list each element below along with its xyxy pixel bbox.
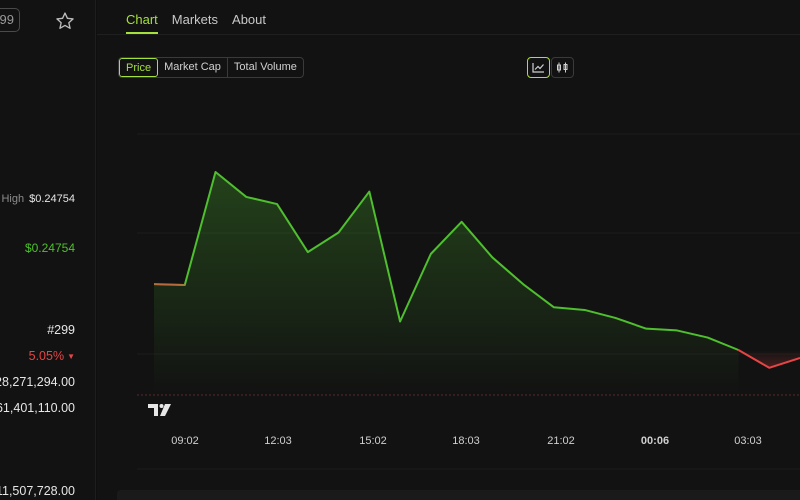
x-tick-label: 09:02 bbox=[171, 435, 199, 447]
stat-value: 61,401,110.00 bbox=[0, 401, 75, 415]
main-content: Chart Markets About Price Market Cap Tot… bbox=[97, 0, 800, 500]
price-change-value: 5.05% bbox=[28, 349, 65, 363]
price-change: 5.05% ▼ bbox=[29, 349, 75, 363]
x-tick-label: 00:06 bbox=[641, 435, 669, 447]
price-chart[interactable]: 09:02 12:03 15:02 18:03 21:02 00:06 03:03 bbox=[97, 0, 800, 500]
price-area-up bbox=[154, 172, 739, 395]
x-tick-label: 21:02 bbox=[547, 435, 575, 447]
coin-info-panel: 99 High $0.24754 $0.24754 #299 5.05% ▼ 28,… bbox=[0, 0, 96, 500]
rank-badge: 99 bbox=[0, 8, 20, 32]
high-label: High bbox=[1, 193, 25, 205]
x-tick-label: 15:02 bbox=[359, 435, 387, 447]
price-area-down bbox=[738, 350, 800, 368]
high-row: High $0.24754 bbox=[1, 193, 75, 205]
tradingview-logo[interactable] bbox=[148, 404, 171, 416]
stat-value: 28,271,294.00 bbox=[0, 375, 75, 389]
market-rank: #299 bbox=[47, 323, 75, 337]
x-tick-label: 12:03 bbox=[264, 435, 292, 447]
high-value: $0.24754 bbox=[29, 193, 75, 205]
triangle-down-icon: ▼ bbox=[67, 352, 75, 361]
price-line-start bbox=[153, 283, 185, 286]
current-price: $0.24754 bbox=[24, 241, 75, 255]
star-icon[interactable] bbox=[55, 11, 75, 31]
footer-strip bbox=[117, 490, 800, 500]
x-tick-label: 03:03 bbox=[734, 435, 762, 447]
stat-value: 11,507,728.00 bbox=[0, 484, 75, 498]
x-tick-label: 18:03 bbox=[452, 435, 480, 447]
